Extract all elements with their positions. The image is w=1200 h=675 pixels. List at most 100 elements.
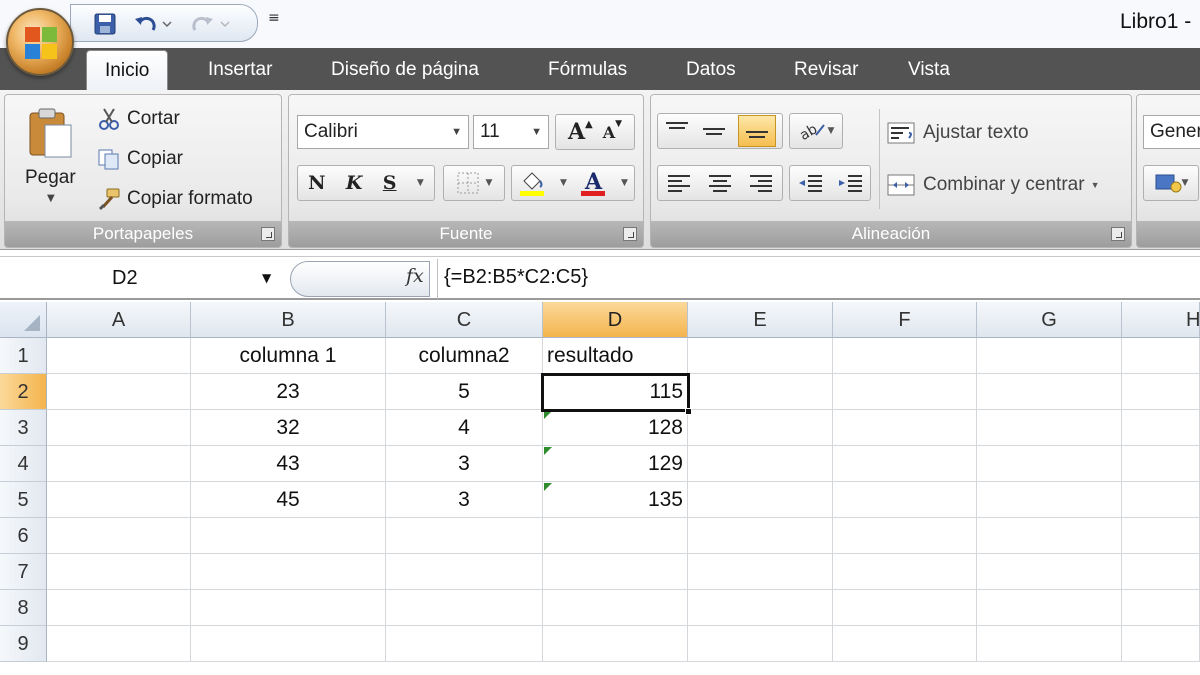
- grid-cell[interactable]: [1122, 410, 1200, 446]
- number-format-combo[interactable]: Gener: [1143, 115, 1200, 149]
- shrink-font-button[interactable]: A: [603, 123, 615, 142]
- font-color-dropdown-icon[interactable]: ▼: [621, 178, 628, 188]
- grid-cell[interactable]: [1122, 338, 1200, 374]
- error-indicator-icon[interactable]: [544, 411, 552, 419]
- grid-cell[interactable]: [977, 482, 1122, 518]
- grid-cell[interactable]: [688, 338, 833, 374]
- grid-cell[interactable]: [977, 590, 1122, 626]
- error-indicator-icon[interactable]: [544, 447, 552, 455]
- error-indicator-icon[interactable]: [544, 483, 552, 491]
- column-header-c[interactable]: C: [386, 302, 543, 338]
- bold-button[interactable]: N: [308, 172, 325, 194]
- column-header-h[interactable]: H: [1122, 302, 1200, 338]
- grid-cell[interactable]: [191, 590, 386, 626]
- align-top-icon[interactable]: [664, 120, 690, 142]
- grow-font-button[interactable]: A: [568, 119, 585, 145]
- cell-c4[interactable]: 3: [386, 446, 543, 482]
- grid-cell[interactable]: [386, 518, 543, 554]
- alignment-launcher-icon[interactable]: [1111, 227, 1125, 241]
- font-launcher-icon[interactable]: [623, 227, 637, 241]
- grid-cell[interactable]: [47, 554, 191, 590]
- italic-button[interactable]: K: [346, 172, 363, 194]
- grid-cell[interactable]: [977, 374, 1122, 410]
- grid-cell[interactable]: [833, 518, 977, 554]
- row-header-7[interactable]: 7: [0, 554, 47, 590]
- accounting-format-button[interactable]: ▼: [1143, 165, 1199, 201]
- column-header-a[interactable]: A: [47, 302, 191, 338]
- grid-cell[interactable]: [47, 482, 191, 518]
- grid-cell[interactable]: [386, 626, 543, 662]
- cell-d4[interactable]: 129: [543, 446, 688, 482]
- grid-cell[interactable]: [47, 626, 191, 662]
- row-header-5[interactable]: 5: [0, 482, 47, 518]
- cell-c3[interactable]: 4: [386, 410, 543, 446]
- grid-cell[interactable]: [543, 626, 688, 662]
- select-all-button[interactable]: [0, 302, 47, 338]
- grid-cell[interactable]: [688, 518, 833, 554]
- grid-cell[interactable]: [47, 338, 191, 374]
- grid-cell[interactable]: [386, 590, 543, 626]
- grid-cell[interactable]: [191, 626, 386, 662]
- cell-d1[interactable]: resultado: [543, 338, 688, 374]
- save-icon[interactable]: [91, 10, 119, 38]
- cell-c5[interactable]: 3: [386, 482, 543, 518]
- borders-button[interactable]: ▼: [443, 165, 505, 201]
- grid-cell[interactable]: [833, 554, 977, 590]
- name-box-dropdown-icon[interactable]: ▼: [262, 271, 271, 285]
- grid-cell[interactable]: [833, 374, 977, 410]
- align-right-icon[interactable]: [748, 172, 774, 194]
- row-header-3[interactable]: 3: [0, 410, 47, 446]
- grid-cell[interactable]: [543, 590, 688, 626]
- orientation-button[interactable]: ab ▼: [789, 113, 843, 149]
- grid-cell[interactable]: [47, 374, 191, 410]
- grid-cell[interactable]: [1122, 374, 1200, 410]
- underline-dropdown-icon[interactable]: ▼: [417, 178, 424, 188]
- grid-cell[interactable]: [191, 518, 386, 554]
- column-header-g[interactable]: G: [977, 302, 1122, 338]
- grid-cell[interactable]: [1122, 626, 1200, 662]
- font-color-icon[interactable]: A: [579, 169, 609, 197]
- cell-c2[interactable]: 5: [386, 374, 543, 410]
- grid-cell[interactable]: [47, 590, 191, 626]
- cell-b5[interactable]: 45: [191, 482, 386, 518]
- cell-c1[interactable]: columna2: [386, 338, 543, 374]
- grid-cell[interactable]: [688, 410, 833, 446]
- office-button[interactable]: [6, 8, 74, 76]
- row-header-2[interactable]: 2: [0, 374, 47, 410]
- grid-cell[interactable]: [543, 554, 688, 590]
- font-size-combo[interactable]: 11 ▼: [473, 115, 549, 149]
- grid-cell[interactable]: [688, 374, 833, 410]
- row-header-8[interactable]: 8: [0, 590, 47, 626]
- cell-b1[interactable]: columna 1: [191, 338, 386, 374]
- formula-input[interactable]: {=B2:B5*C2:C5}: [444, 266, 588, 289]
- grid-cell[interactable]: [688, 626, 833, 662]
- cell-d5[interactable]: 135: [543, 482, 688, 518]
- fill-color-dropdown-icon[interactable]: ▼: [560, 178, 567, 188]
- column-header-b[interactable]: B: [191, 302, 386, 338]
- grid-cell[interactable]: [833, 338, 977, 374]
- customize-quick-access-icon[interactable]: ≡: [268, 10, 280, 26]
- paste-button[interactable]: Pegar ▼: [15, 101, 85, 211]
- tab-revisar[interactable]: Revisar: [794, 48, 858, 90]
- tab-insertar[interactable]: Insertar: [208, 48, 272, 90]
- grid-cell[interactable]: [1122, 590, 1200, 626]
- tab-vista[interactable]: Vista: [908, 48, 950, 90]
- grid-cell[interactable]: [688, 554, 833, 590]
- grid-cell[interactable]: [47, 410, 191, 446]
- grid-cell[interactable]: [1122, 446, 1200, 482]
- grid-cell[interactable]: [688, 446, 833, 482]
- format-painter-button[interactable]: Copiar formato: [97, 187, 253, 211]
- grid-cell[interactable]: [1122, 518, 1200, 554]
- cell-b4[interactable]: 43: [191, 446, 386, 482]
- clipboard-launcher-icon[interactable]: [261, 227, 275, 241]
- cell-d3[interactable]: 128: [543, 410, 688, 446]
- align-left-icon[interactable]: [666, 172, 692, 194]
- grid-cell[interactable]: [833, 590, 977, 626]
- font-name-combo[interactable]: Calibri ▼: [297, 115, 469, 149]
- row-header-6[interactable]: 6: [0, 518, 47, 554]
- grid-cell[interactable]: [833, 446, 977, 482]
- increase-indent-icon[interactable]: [836, 172, 864, 194]
- grid-cell[interactable]: [47, 518, 191, 554]
- tab-diseno-de-pagina[interactable]: Diseño de página: [331, 48, 479, 90]
- grid-cell[interactable]: [833, 482, 977, 518]
